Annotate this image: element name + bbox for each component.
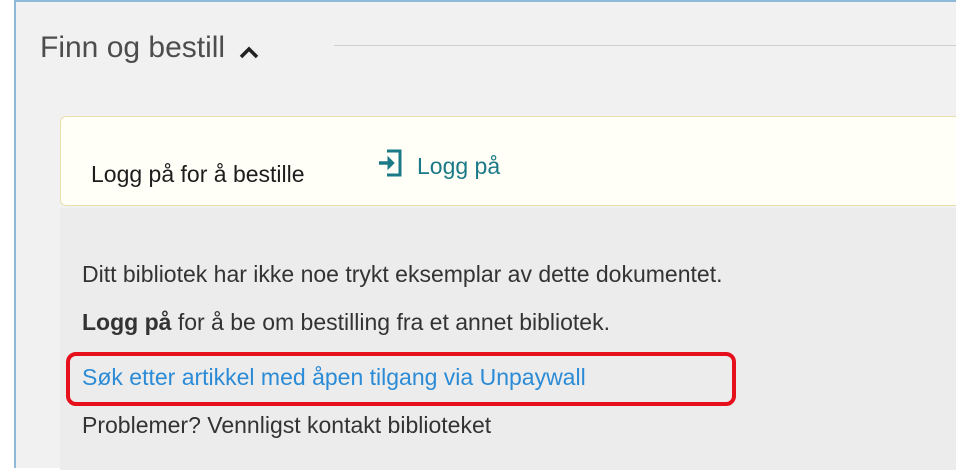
header-divider — [334, 45, 956, 46]
login-request-text: Logg på for å be om bestilling fra et an… — [82, 308, 610, 336]
chevron-up-icon[interactable] — [239, 30, 259, 70]
login-prompt: Logg på for å bestille — [91, 161, 305, 187]
login-notice-box: Logg på for å bestille Logg på — [60, 116, 956, 206]
no-print-copy-text: Ditt bibliotek har ikke noe trykt eksemp… — [82, 261, 723, 287]
finn-og-bestill-panel: Finn og bestill Logg på for å bestille L… — [14, 0, 956, 470]
availability-info: Ditt bibliotek har ikke noe trykt eksemp… — [60, 208, 956, 470]
section-title: Finn og bestill — [40, 31, 226, 64]
contact-library-text: Problemer? Vennligst kontakt biblioteket — [82, 412, 492, 438]
unpaywall-link[interactable]: Søk etter artikkel med åpen tilgang via … — [82, 364, 586, 390]
section-header[interactable]: Finn og bestill — [16, 2, 956, 86]
unpaywall-row: Søk etter artikkel med åpen tilgang via … — [82, 363, 586, 391]
login-request-rest: for å be om bestilling fra et annet bibl… — [171, 309, 610, 335]
login-link-label: Logg på — [417, 152, 501, 179]
section-title-row[interactable]: Finn og bestill — [40, 26, 259, 70]
sign-in-icon — [377, 148, 403, 183]
login-link[interactable]: Logg på — [377, 148, 500, 183]
login-bold-text: Logg på — [82, 309, 172, 335]
